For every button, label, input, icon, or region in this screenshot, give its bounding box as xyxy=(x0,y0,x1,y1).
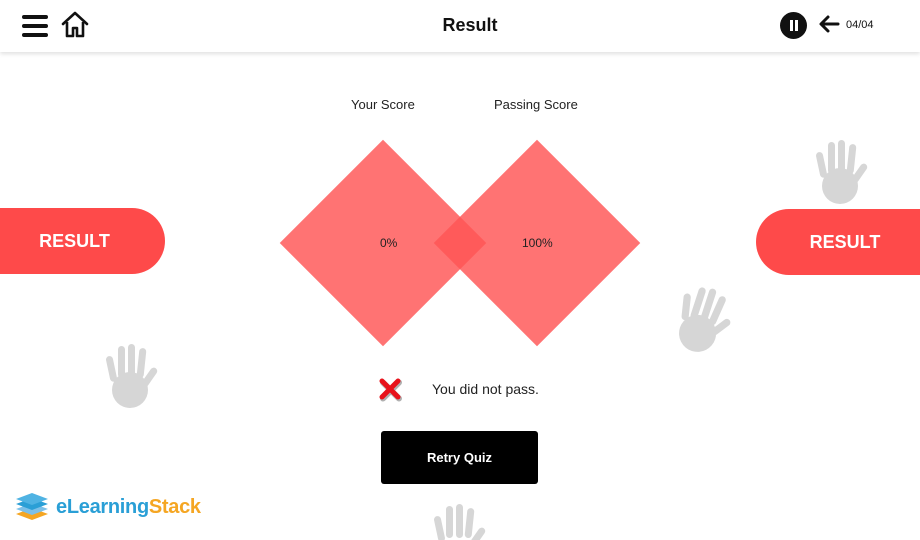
hand-icon xyxy=(816,140,868,204)
back-arrow-icon[interactable] xyxy=(818,14,840,39)
your-score-value: 0% xyxy=(380,236,398,250)
logo-text: eLearningStack xyxy=(56,495,201,518)
your-score-label: Your Score xyxy=(351,97,415,112)
result-message: You did not pass. xyxy=(432,381,539,397)
hand-icon xyxy=(106,344,158,408)
page-counter: 04/04 xyxy=(846,19,874,31)
stacked-books-icon xyxy=(16,493,48,520)
top-bar: Result 04/04 xyxy=(0,0,920,52)
result-banner-left: RESULT xyxy=(0,208,165,274)
fail-x-icon xyxy=(379,378,402,402)
pause-icon[interactable] xyxy=(780,12,807,39)
passing-score-value: 100% xyxy=(522,236,553,250)
result-banner-right: RESULT xyxy=(756,209,920,275)
hand-icon xyxy=(679,287,731,352)
elearningstack-logo: eLearningStack xyxy=(14,492,201,522)
passing-score-label: Passing Score xyxy=(494,97,578,112)
retry-quiz-button[interactable]: Retry Quiz xyxy=(381,431,538,484)
hand-icon xyxy=(434,504,486,540)
